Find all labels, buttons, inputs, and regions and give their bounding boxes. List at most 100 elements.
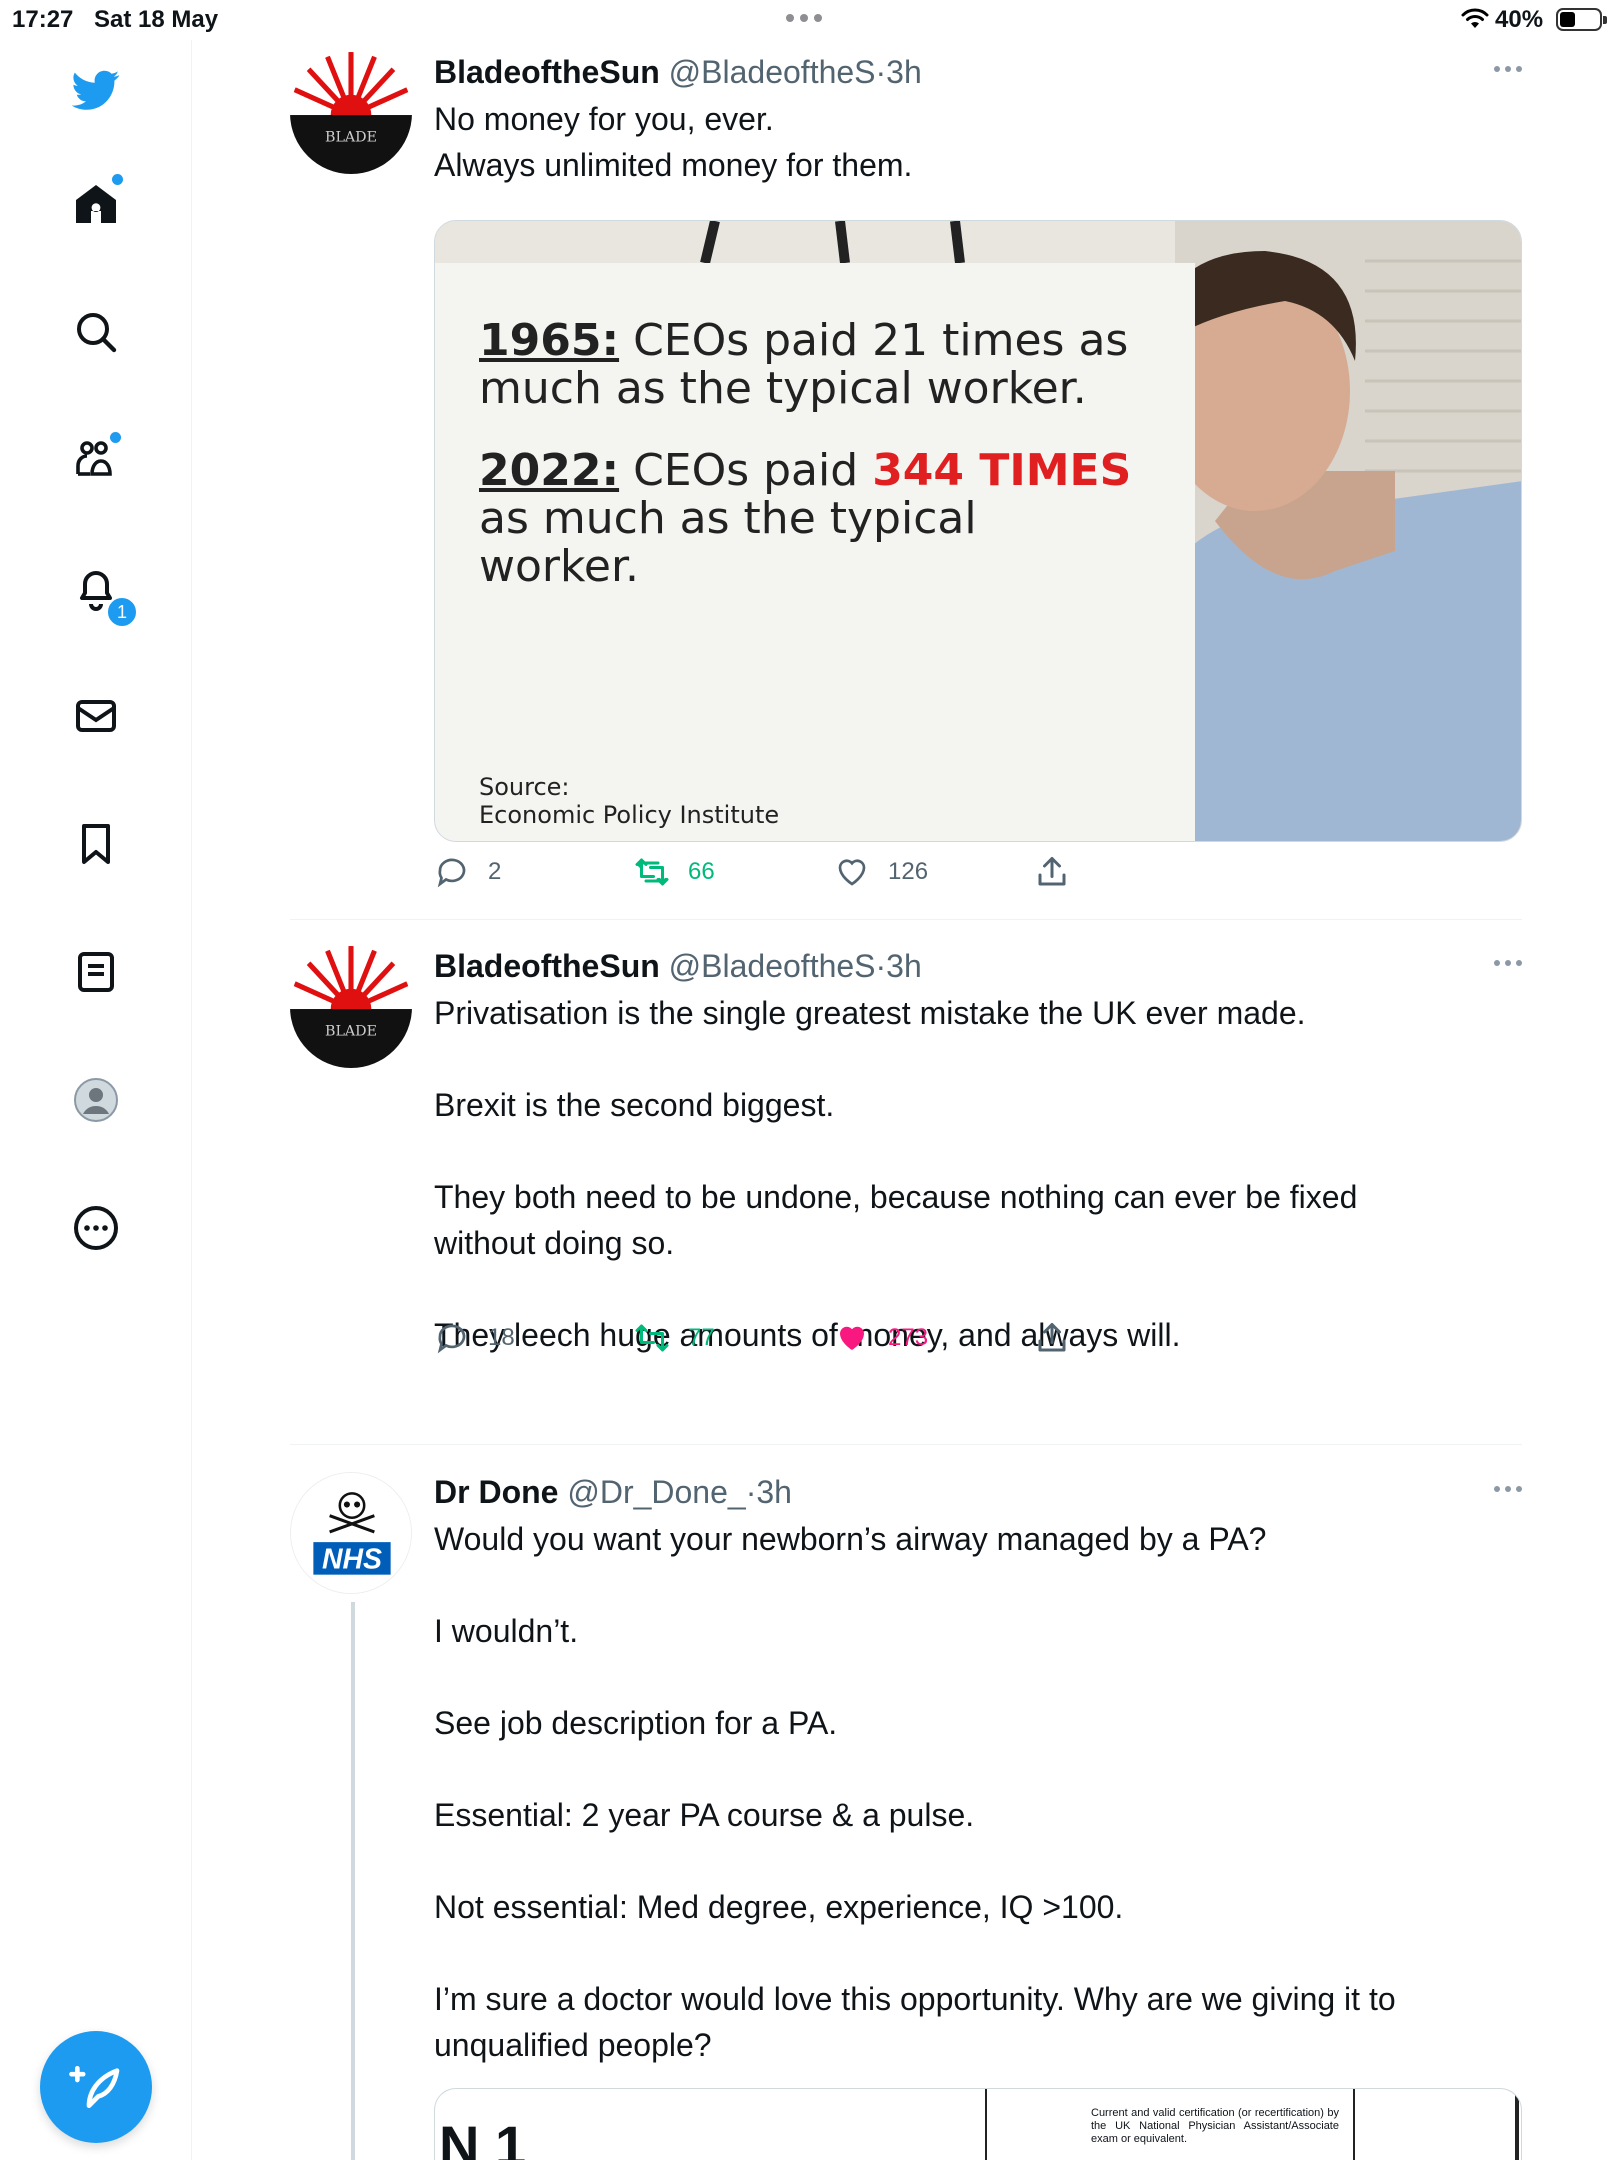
tweet-text-line: Would you want your newborn’s airway man… <box>434 1521 1267 1557</box>
retweet-button[interactable]: 77 <box>634 1320 715 1356</box>
nhs-logo-text: NHS <box>322 1544 382 1576</box>
reply-icon <box>437 1324 466 1354</box>
avatar[interactable]: BLADE <box>290 52 412 174</box>
tweet-text-line: I’m sure a doctor would love this opport… <box>434 1981 1396 2017</box>
tweet-text-line: without doing so. <box>434 1225 675 1261</box>
reply-button[interactable]: 18 <box>434 1320 515 1356</box>
document-border <box>1515 2089 1519 2160</box>
battery-percent: 40% <box>1495 6 1544 33</box>
lists-icon[interactable] <box>66 942 126 1002</box>
whiteboard-source: Source: Economic Policy Institute <box>479 773 779 829</box>
share-button[interactable] <box>1034 854 1070 890</box>
battery-icon <box>1556 8 1607 31</box>
whiteboard-line: much as the typical worker. <box>479 363 1087 414</box>
tweet-actions: 2 66 126 <box>434 854 1066 894</box>
year-2022: 2022: <box>479 445 620 496</box>
document-section-title: N 1 <box>439 2114 527 2160</box>
document-table-cell: Current and valid certification (or rece… <box>985 2089 1355 2160</box>
tweet[interactable]: BLADE BladeoftheSun @BladeoftheS·3h Priv… <box>290 946 1522 1406</box>
retweet-count: 66 <box>688 858 715 885</box>
wifi-icon <box>1461 8 1489 28</box>
tweet-more-menu-icon[interactable] <box>1494 66 1522 72</box>
tweet-more-menu-icon[interactable] <box>1494 960 1522 966</box>
messages-envelope-icon[interactable] <box>66 686 126 746</box>
search-icon[interactable] <box>66 302 126 362</box>
display-name[interactable]: BladeoftheSun <box>434 948 660 984</box>
communities-unread-dot <box>110 432 121 443</box>
bookmarks-icon[interactable] <box>66 814 126 874</box>
compose-tweet-button[interactable] <box>40 2031 152 2143</box>
avatar[interactable]: BLADE <box>290 946 412 1068</box>
status-bar: 17:27 Sat 18 May 40% <box>0 0 1620 40</box>
share-button[interactable] <box>1034 1320 1070 1356</box>
whiteboard-line: CEOs paid <box>633 445 859 496</box>
timestamp[interactable]: 3h <box>886 948 922 984</box>
home-unread-dot <box>112 174 123 185</box>
tweet-more-menu-icon[interactable] <box>1494 1486 1522 1492</box>
status-time: 17:27 <box>12 6 74 33</box>
status-date: Sat 18 May <box>94 6 219 33</box>
user-handle[interactable]: @BladeoftheS <box>669 54 876 90</box>
retweet-count: 77 <box>688 1324 715 1351</box>
more-options-icon[interactable] <box>66 1198 126 1258</box>
retweet-icon <box>635 1324 669 1352</box>
user-handle[interactable]: @Dr_Done_ <box>567 1474 745 1510</box>
retweet-button[interactable]: 66 <box>634 854 715 890</box>
notifications-count-badge: 1 <box>106 596 138 628</box>
tweet-text-line: unqualified people? <box>434 2027 712 2063</box>
tweet-header: BladeoftheSun @BladeoftheS·3h <box>434 946 1522 986</box>
home-icon[interactable] <box>66 174 126 234</box>
twitter-logo-icon[interactable] <box>66 60 126 120</box>
tweet-text-line: Essential: 2 year PA course & a pulse. <box>434 1797 975 1833</box>
like-count: 126 <box>888 858 929 885</box>
separator: · <box>745 1474 757 1510</box>
tweet-text-line: Brexit is the second biggest. <box>434 1087 835 1123</box>
tweet-text: Would you want your newborn’s airway man… <box>434 1516 1522 2068</box>
tweet-header: Dr Done @Dr_Done_·3h <box>434 1472 1522 1512</box>
like-count: 273 <box>888 1324 929 1351</box>
profile-avatar-icon[interactable] <box>66 1070 126 1130</box>
user-handle[interactable]: @BladeoftheS <box>669 948 876 984</box>
separator: · <box>875 948 887 984</box>
separator: · <box>875 54 887 90</box>
timestamp[interactable]: 3h <box>756 1474 792 1510</box>
whiteboard-line: CEOs paid 21 times as <box>633 315 1129 366</box>
like-button[interactable]: 273 <box>834 1320 928 1356</box>
heart-filled-icon <box>840 1326 864 1350</box>
reply-button[interactable]: 2 <box>434 854 501 890</box>
whiteboard: 1965: CEOs paid 21 times as much as the … <box>435 263 1195 841</box>
tweet[interactable]: BLADE BladeoftheSun @BladeoftheS·3h No m… <box>290 52 1522 912</box>
tweet-media-document[interactable]: N 1 Current and valid certification (or … <box>434 2088 1522 2160</box>
multitasking-dots-icon[interactable] <box>786 14 822 22</box>
tweet-divider <box>290 1444 1522 1445</box>
whiteboard-line: as much as the typical <box>479 493 977 544</box>
tweet-text-line: No money for you, ever. <box>434 101 774 137</box>
tweet-text-line: Privatisation is the single greatest mis… <box>434 995 1306 1031</box>
source-label: Source: <box>479 773 570 801</box>
reply-count: 2 <box>488 858 502 885</box>
tweet-media-image[interactable]: 1965: CEOs paid 21 times as much as the … <box>434 220 1522 842</box>
source-name: Economic Policy Institute <box>479 801 780 829</box>
tweet-divider <box>290 919 1522 920</box>
document-cell-text: Current and valid certification (or rece… <box>1091 2107 1339 2145</box>
display-name[interactable]: BladeoftheSun <box>434 54 660 90</box>
share-icon <box>1038 1323 1066 1352</box>
whiteboard-line: worker. <box>479 541 640 592</box>
tweet-text-line: They both need to be undone, because not… <box>434 1179 1358 1215</box>
timestamp[interactable]: 3h <box>886 54 922 90</box>
tweet-text-line: See job description for a PA. <box>434 1705 838 1741</box>
retweet-icon <box>635 858 669 886</box>
like-button[interactable]: 126 <box>834 854 928 890</box>
tweet-text-line: Always unlimited money for them. <box>434 147 913 183</box>
highlight-344-times: 344 TIMES <box>872 445 1132 496</box>
feather-plus-icon <box>69 2066 120 2108</box>
tweet-text-line: I wouldn’t. <box>434 1613 579 1649</box>
display-name[interactable]: Dr Done <box>434 1474 558 1510</box>
avatar[interactable]: NHS <box>290 1472 412 1594</box>
tweet[interactable]: NHS Dr Done @Dr_Done_·3h Would you want … <box>290 1472 1522 2160</box>
tweet-actions: 18 77 273 <box>434 1320 1066 1360</box>
tweet-text: No money for you, ever. Always unlimited… <box>434 96 1522 188</box>
communities-icon[interactable] <box>66 430 126 490</box>
sidebar: 1 <box>0 40 192 2160</box>
reply-count: 18 <box>488 1324 515 1351</box>
